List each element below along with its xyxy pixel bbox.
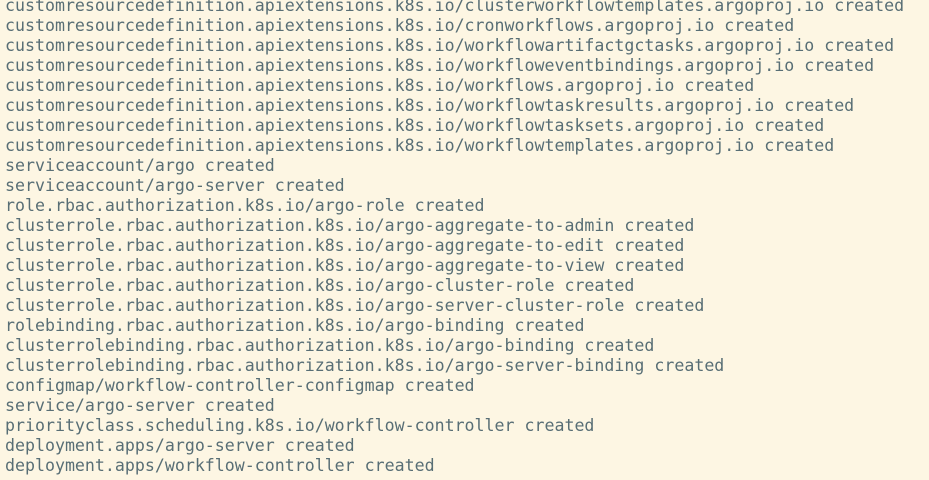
output-line: customresourcedefinition.apiextensions.k…: [5, 76, 755, 95]
output-line: serviceaccount/argo created: [5, 156, 275, 175]
output-line: configmap/workflow-controller-configmap …: [5, 376, 475, 395]
output-line: role.rbac.authorization.k8s.io/argo-role…: [5, 196, 485, 215]
output-line: customresourcedefinition.apiextensions.k…: [5, 96, 855, 115]
terminal-output: customresourcedefinition.apiextensions.k…: [5, 0, 929, 476]
output-line: clusterrole.rbac.authorization.k8s.io/ar…: [5, 296, 705, 315]
output-line: customresourcedefinition.apiextensions.k…: [5, 116, 825, 135]
output-line: clusterrole.rbac.authorization.k8s.io/ar…: [5, 216, 695, 235]
output-line: service/argo-server created: [5, 396, 275, 415]
output-line: clusterrole.rbac.authorization.k8s.io/ar…: [5, 236, 685, 255]
output-line: clusterrole.rbac.authorization.k8s.io/ar…: [5, 276, 635, 295]
output-line: customresourcedefinition.apiextensions.k…: [5, 36, 895, 55]
output-line: deployment.apps/workflow-controller crea…: [5, 456, 435, 475]
output-line: rolebinding.rbac.authorization.k8s.io/ar…: [5, 316, 585, 335]
output-line: clusterrolebinding.rbac.authorization.k8…: [5, 356, 725, 375]
output-line: customresourcedefinition.apiextensions.k…: [5, 136, 835, 155]
output-line: customresourcedefinition.apiextensions.k…: [5, 16, 795, 35]
terminal-window[interactable]: customresourcedefinition.apiextensions.k…: [0, 0, 929, 480]
output-line: customresourcedefinition.apiextensions.k…: [5, 56, 875, 75]
output-line: clusterrolebinding.rbac.authorization.k8…: [5, 336, 655, 355]
output-line: clusterrole.rbac.authorization.k8s.io/ar…: [5, 256, 685, 275]
output-line: customresourcedefinition.apiextensions.k…: [5, 0, 905, 15]
output-line: priorityclass.scheduling.k8s.io/workflow…: [5, 416, 595, 435]
output-line: serviceaccount/argo-server created: [5, 176, 345, 195]
output-line: deployment.apps/argo-server created: [5, 436, 355, 455]
